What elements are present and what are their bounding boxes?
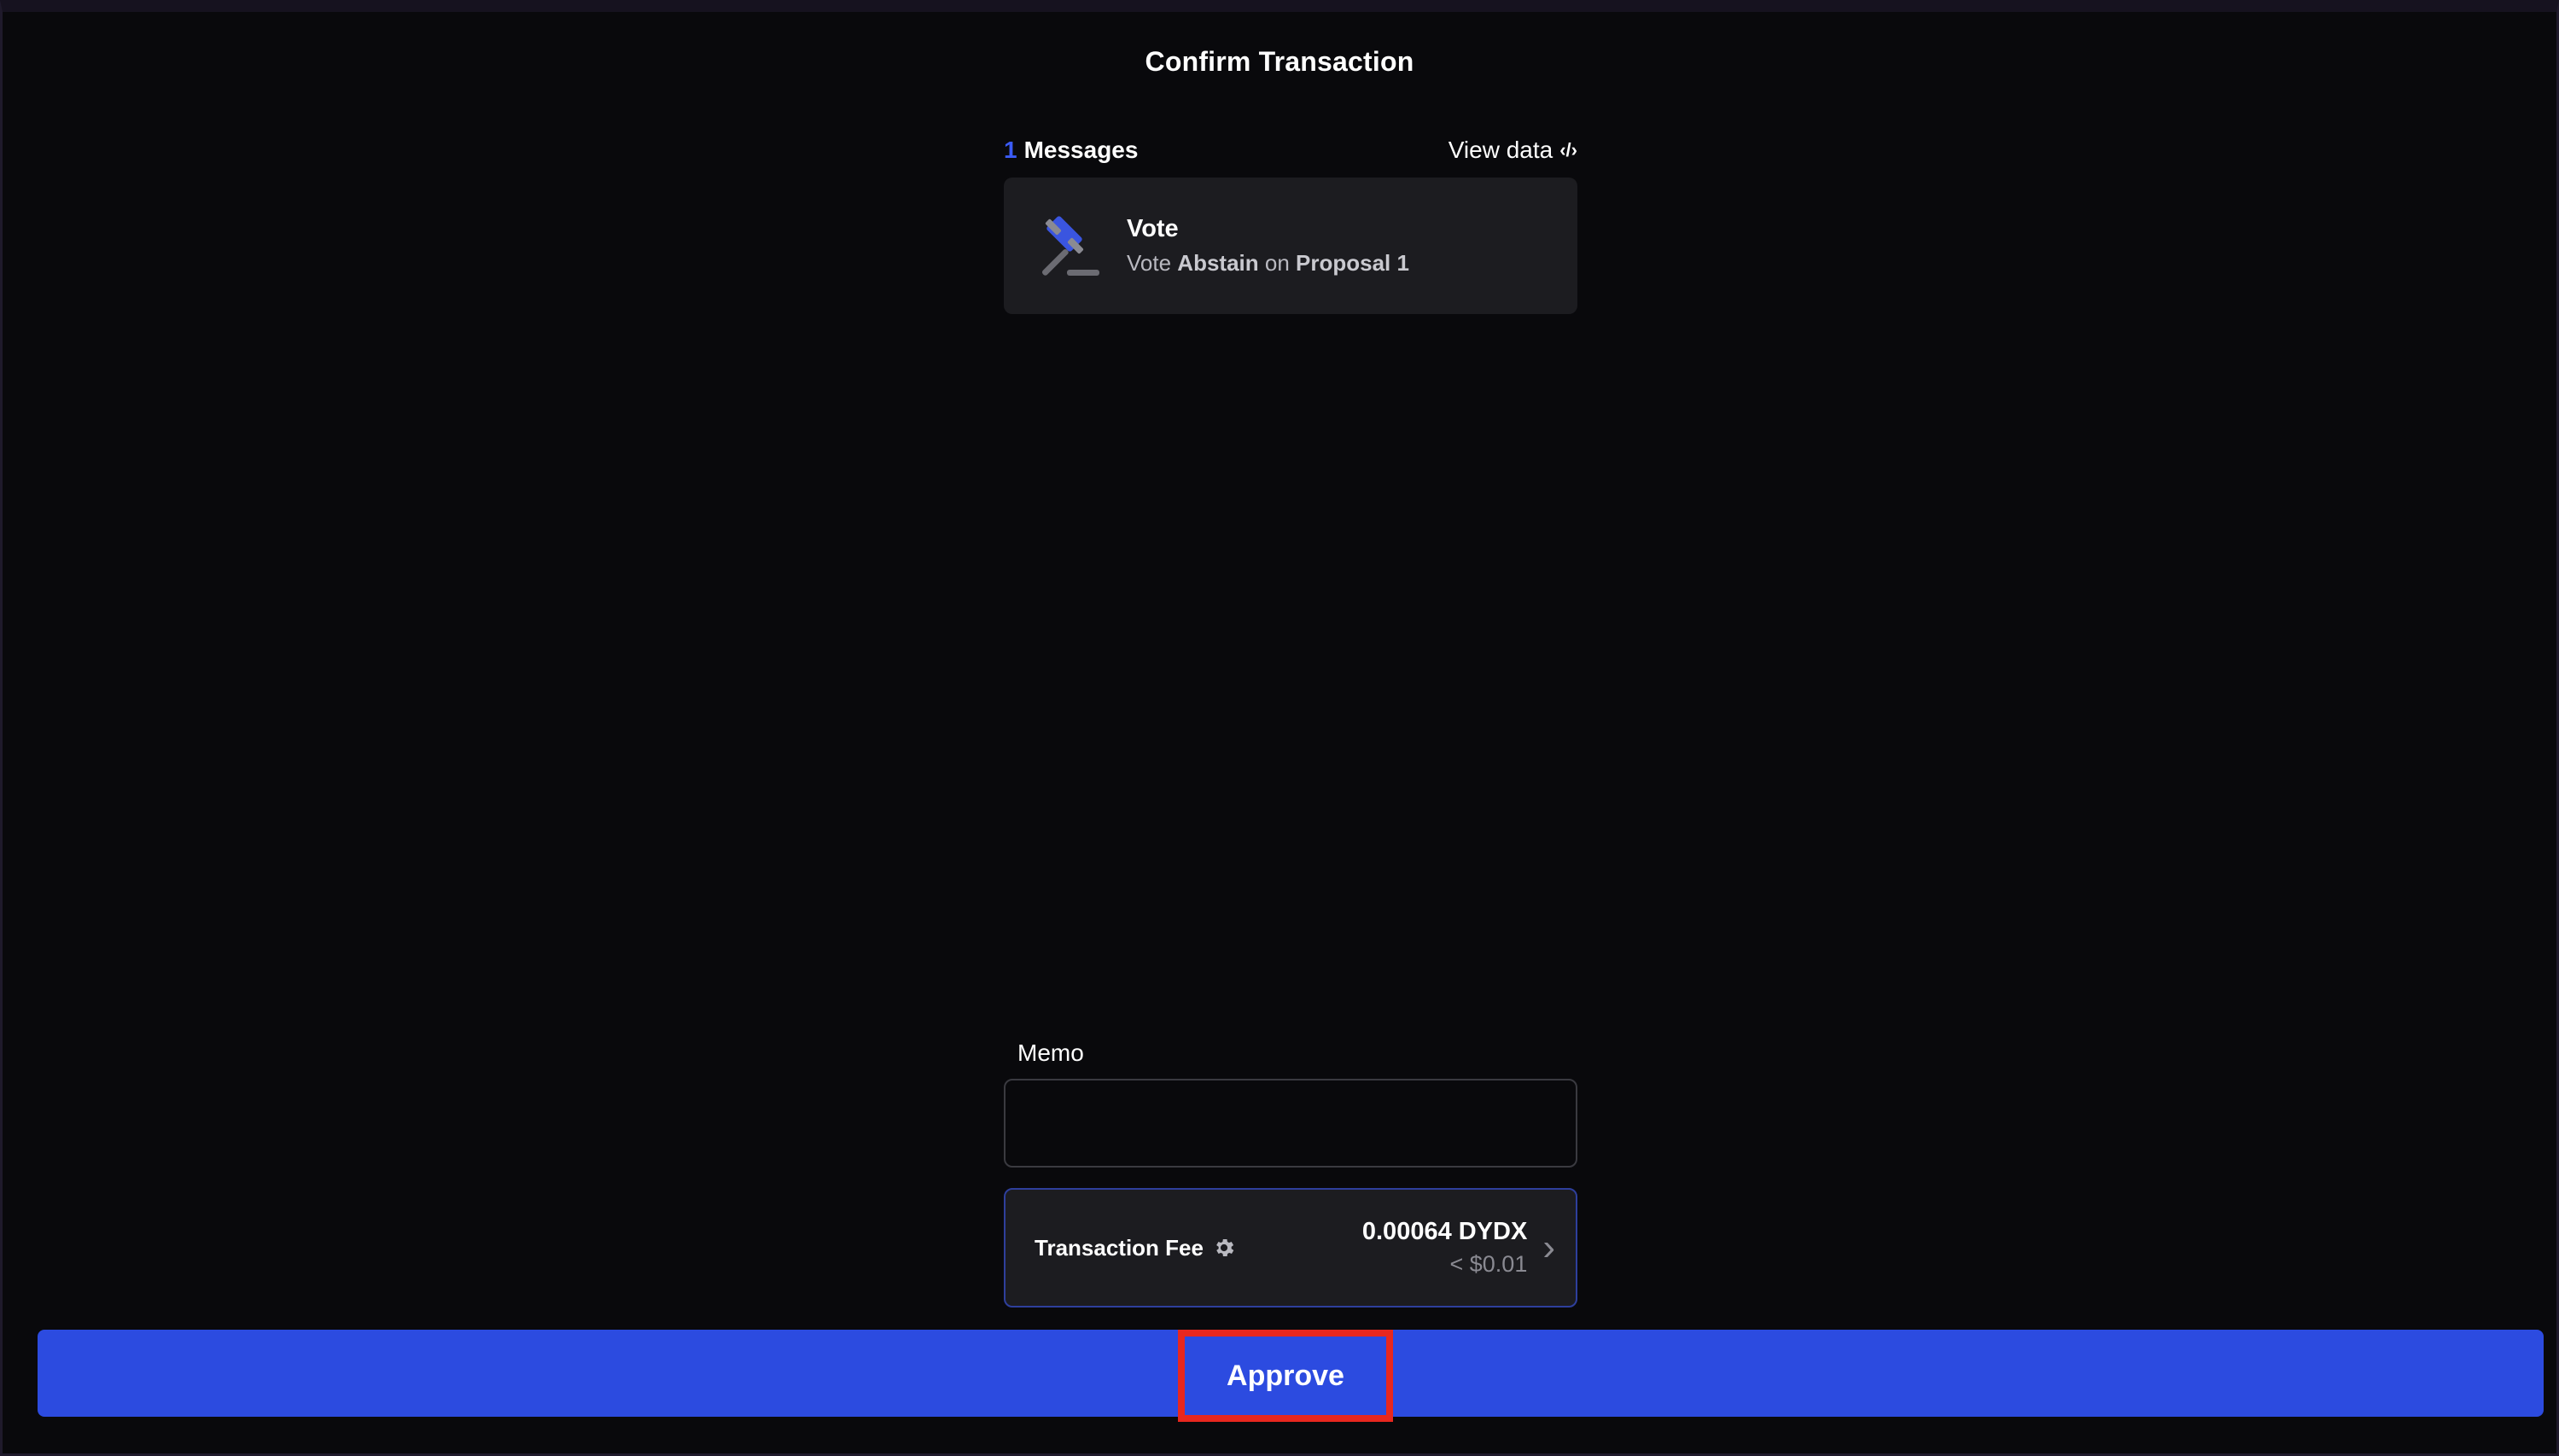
transaction-fee-selector[interactable]: Transaction Fee 0.00064 DYDX < $0.01 › xyxy=(1004,1188,1577,1307)
gavel-icon xyxy=(1041,216,1099,276)
message-title: Vote xyxy=(1127,215,1179,242)
fee-values: 0.00064 DYDX < $0.01 xyxy=(1362,1218,1527,1278)
page-title: Confirm Transaction xyxy=(1145,46,1414,77)
fee-label: Transaction Fee xyxy=(1035,1234,1204,1261)
proposal-name: Proposal 1 xyxy=(1296,250,1409,276)
fee-amount: 0.00064 DYDX xyxy=(1361,1218,1528,1245)
messages-count: 1 xyxy=(1004,137,1017,163)
vote-option: Abstain xyxy=(1177,250,1259,276)
messages-heading: 1 Messages xyxy=(1004,137,1138,164)
desc-prefix: Vote xyxy=(1127,250,1172,276)
view-data-label: View data xyxy=(1448,137,1553,163)
messages-label: Messages xyxy=(1023,137,1139,163)
chevron-right-icon: › xyxy=(1542,1226,1555,1268)
desc-mid: on xyxy=(1264,250,1290,276)
messages-header: 1 Messages View data ‹/› xyxy=(1004,135,1577,166)
message-text: Vote Vote Abstain on Proposal 1 xyxy=(1127,215,1409,277)
message-card-vote: Vote Vote Abstain on Proposal 1 xyxy=(1004,178,1577,314)
code-icon: ‹/› xyxy=(1559,139,1577,160)
approve-button-label[interactable]: Approve xyxy=(1178,1330,1393,1422)
message-description: Vote Abstain on Proposal 1 xyxy=(1127,250,1409,277)
memo-input[interactable] xyxy=(1004,1079,1577,1168)
gear-icon[interactable] xyxy=(1212,1236,1236,1260)
memo-label: Memo xyxy=(1017,1040,1084,1066)
view-data-button[interactable]: View data ‹/› xyxy=(1449,137,1577,164)
fee-usd: < $0.01 xyxy=(1449,1251,1528,1277)
